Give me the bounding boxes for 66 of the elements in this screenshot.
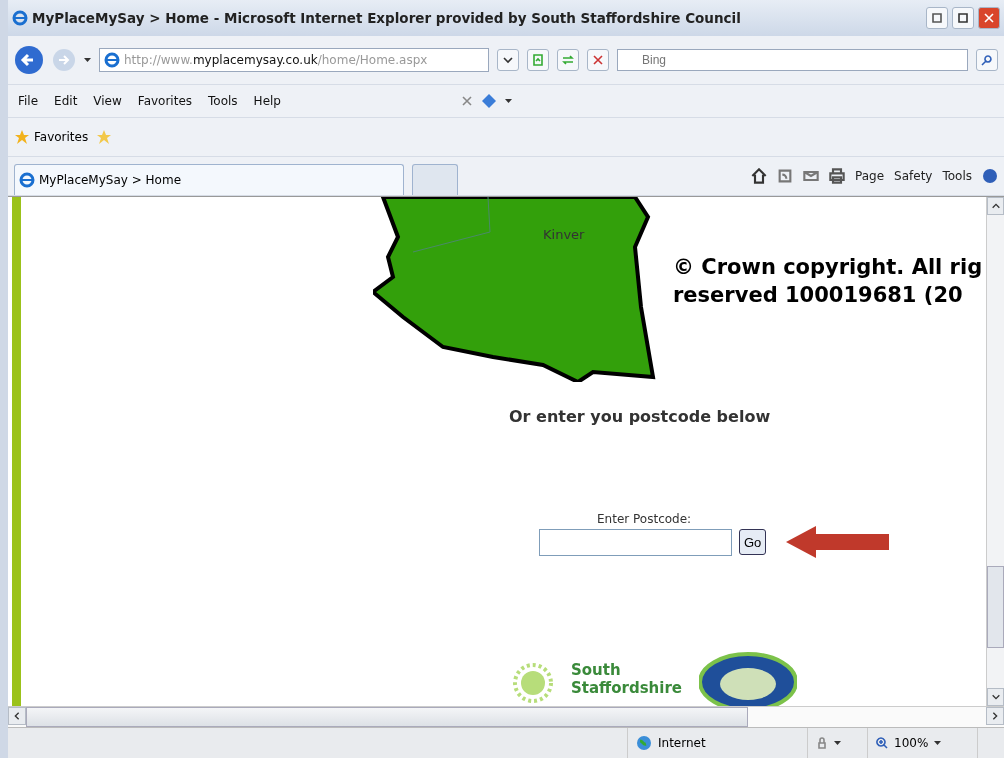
postcode-heading: Or enter you postcode below [509,407,771,426]
copyright-text: © Crown copyright. All rig reserved 100019681 (20 [673,254,983,309]
menu-item[interactable]: View [89,92,126,110]
browser-tab[interactable]: MyPlaceMySay > Home [14,164,404,195]
globe-icon [636,735,652,751]
page-icon [532,54,544,66]
scroll-left-icon [12,711,22,721]
menu-item[interactable]: Favorites [133,92,197,110]
minimize-button[interactable] [926,7,948,29]
menu-item[interactable]: File [14,92,43,110]
back-button[interactable] [14,45,44,75]
page-icon [104,52,120,68]
mail-icon[interactable] [803,168,819,184]
address-field[interactable]: http://www.myplacemysay.co.uk/home/Home.aspx [99,48,489,72]
command-menu[interactable]: Safety [894,169,933,183]
stop-button[interactable] [587,49,609,71]
postcode-field[interactable] [539,529,732,556]
favorites-button[interactable]: Favorites [14,129,89,145]
caret-icon [502,54,514,66]
stop-icon [592,54,604,66]
ie-icon [12,10,28,26]
star-icon [14,129,30,145]
map-label: Kinver [543,227,585,242]
caret-icon [504,99,512,103]
caret-icon [84,58,91,62]
caret-icon [934,741,942,745]
refresh-button[interactable] [557,49,579,71]
search-icon [981,54,993,66]
vertical-scrollbar[interactable] [986,197,1004,706]
lock-icon[interactable] [816,737,828,749]
printer-icon[interactable] [829,168,845,184]
menu-item[interactable]: Edit [50,92,82,110]
home-icon[interactable] [751,168,767,184]
refresh-icon [562,54,574,66]
go-button[interactable]: Go [739,529,767,555]
council-logo-text: South Staffordshire [571,661,682,697]
diamond-icon[interactable] [480,93,497,109]
command-menu[interactable]: Page [855,169,885,183]
menu-item[interactable]: Help [249,92,285,110]
scroll-right-icon [990,711,1000,721]
scroll-thumb[interactable] [987,566,1004,648]
zoom-control[interactable]: 100% [894,736,929,750]
close-button[interactable] [978,7,1000,29]
arrow-icon [786,525,890,559]
compatibility-button[interactable] [527,49,549,71]
command-menu[interactable]: Tools [942,169,972,183]
zone-text: Internet [658,736,706,750]
help-icon[interactable] [982,168,998,184]
sun-logo-icon [513,663,553,703]
maximize-button[interactable] [952,7,974,29]
caret-icon [834,741,841,745]
menu-item[interactable]: Tools [204,92,242,110]
dropdown-button[interactable] [497,49,519,71]
zoom-icon [876,737,888,749]
search-button[interactable] [976,49,998,71]
scroll-up-icon [990,201,1001,211]
close-icon[interactable] [460,95,473,107]
horizontal-scrollbar[interactable] [8,706,1004,727]
ie-icon [19,172,35,188]
feed-icon[interactable] [777,168,793,184]
scroll-down-icon [990,692,1001,702]
postcode-label: Enter Postcode: [597,512,692,526]
maximize-icon [957,12,969,24]
window-title-text: MyPlaceMySay > Home - Microsoft Internet Explorer provided by South Staffordshire Council [32,10,742,26]
close-icon [983,12,995,24]
search-field[interactable]: Bing [617,49,968,71]
